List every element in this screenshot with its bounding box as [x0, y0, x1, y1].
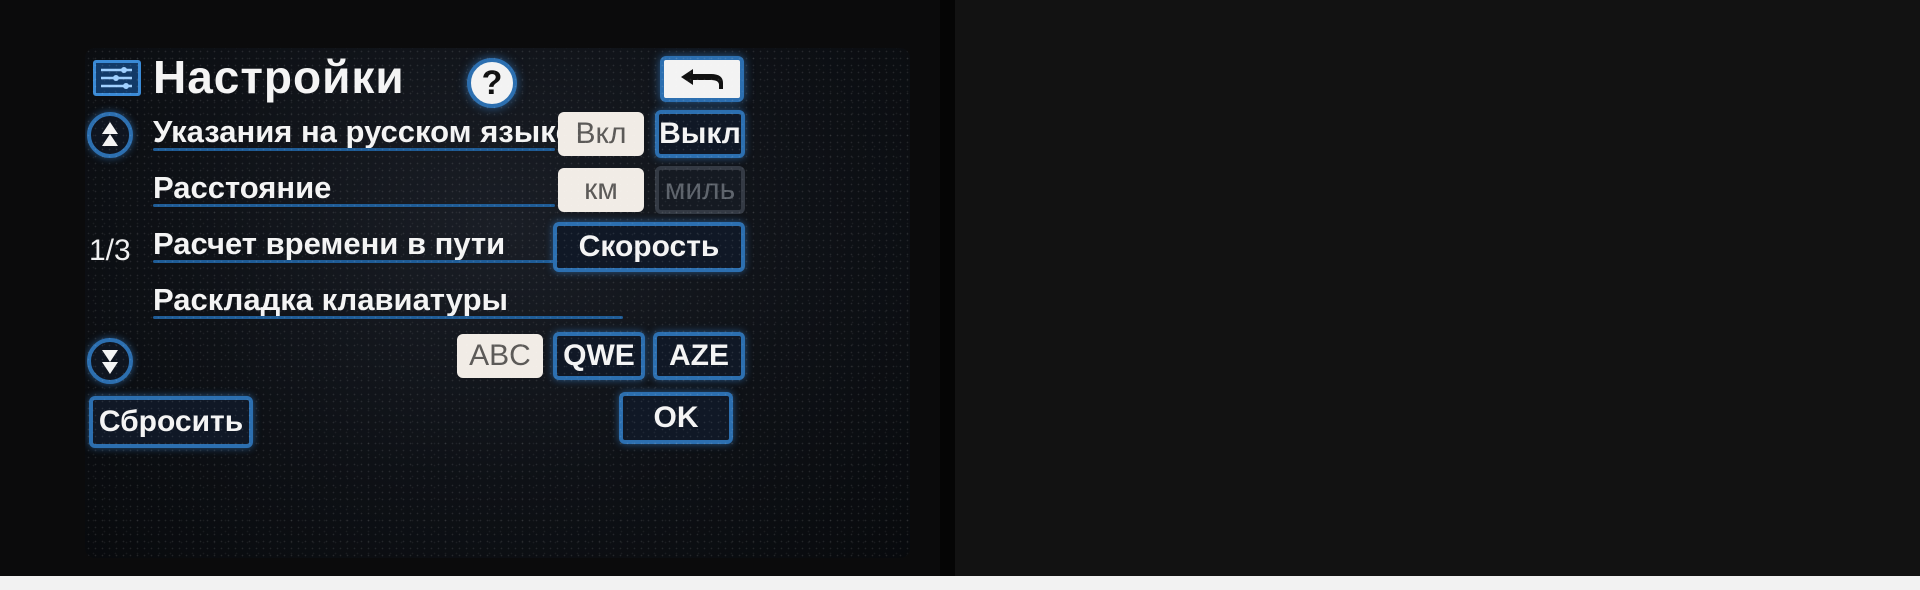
question-mark-icon: ? — [481, 63, 503, 102]
page-indicator: 1/3 — [89, 234, 131, 267]
travel-time-label: Расчет времени в пути — [153, 226, 506, 261]
row-divider — [153, 148, 555, 151]
row-divider — [153, 204, 555, 207]
photo-right: Настройки ? Указания на русском языке Вк… — [955, 0, 1920, 590]
scroll-up-button[interactable] — [87, 112, 133, 158]
back-button[interactable] — [660, 56, 744, 102]
keyboard-aze-button[interactable]: AZE — [653, 332, 745, 380]
scroll-down-button[interactable] — [87, 338, 133, 384]
scroll-up-arrow-icon — [102, 122, 118, 146]
row-divider — [153, 260, 555, 263]
travel-time-speed-button[interactable]: Скорость — [553, 222, 745, 272]
settings-list-icon — [93, 60, 141, 96]
row-divider — [153, 316, 623, 319]
distance-km-button[interactable]: км — [558, 168, 644, 212]
russian-guidance-label: Указания на русском языке — [153, 114, 573, 149]
bottom-strip — [0, 576, 1920, 590]
page-title: Настройки — [153, 51, 405, 103]
keyboard-abc-button[interactable]: ABC — [457, 334, 543, 378]
russian-guidance-off-button[interactable]: Выкл — [655, 110, 745, 158]
distance-miles-button[interactable]: миль — [655, 166, 745, 214]
distance-label: Расстояние — [153, 170, 332, 205]
photo-left: Настройки ? Указания на русском языке Вк… — [0, 0, 940, 590]
scroll-down-arrow-icon — [102, 350, 118, 374]
help-button[interactable]: ? — [467, 58, 517, 108]
keyboard-qwe-button[interactable]: QWE — [553, 332, 645, 380]
keyboard-layout-label: Раскладка клавиатуры — [153, 282, 509, 317]
return-arrow-icon — [681, 69, 723, 89]
russian-guidance-on-button[interactable]: Вкл — [558, 112, 644, 156]
reset-button[interactable]: Сбросить — [89, 396, 253, 448]
settings-screen-left: Настройки ? Указания на русском языке Вк… — [85, 48, 910, 558]
ok-button[interactable]: OK — [619, 392, 733, 444]
